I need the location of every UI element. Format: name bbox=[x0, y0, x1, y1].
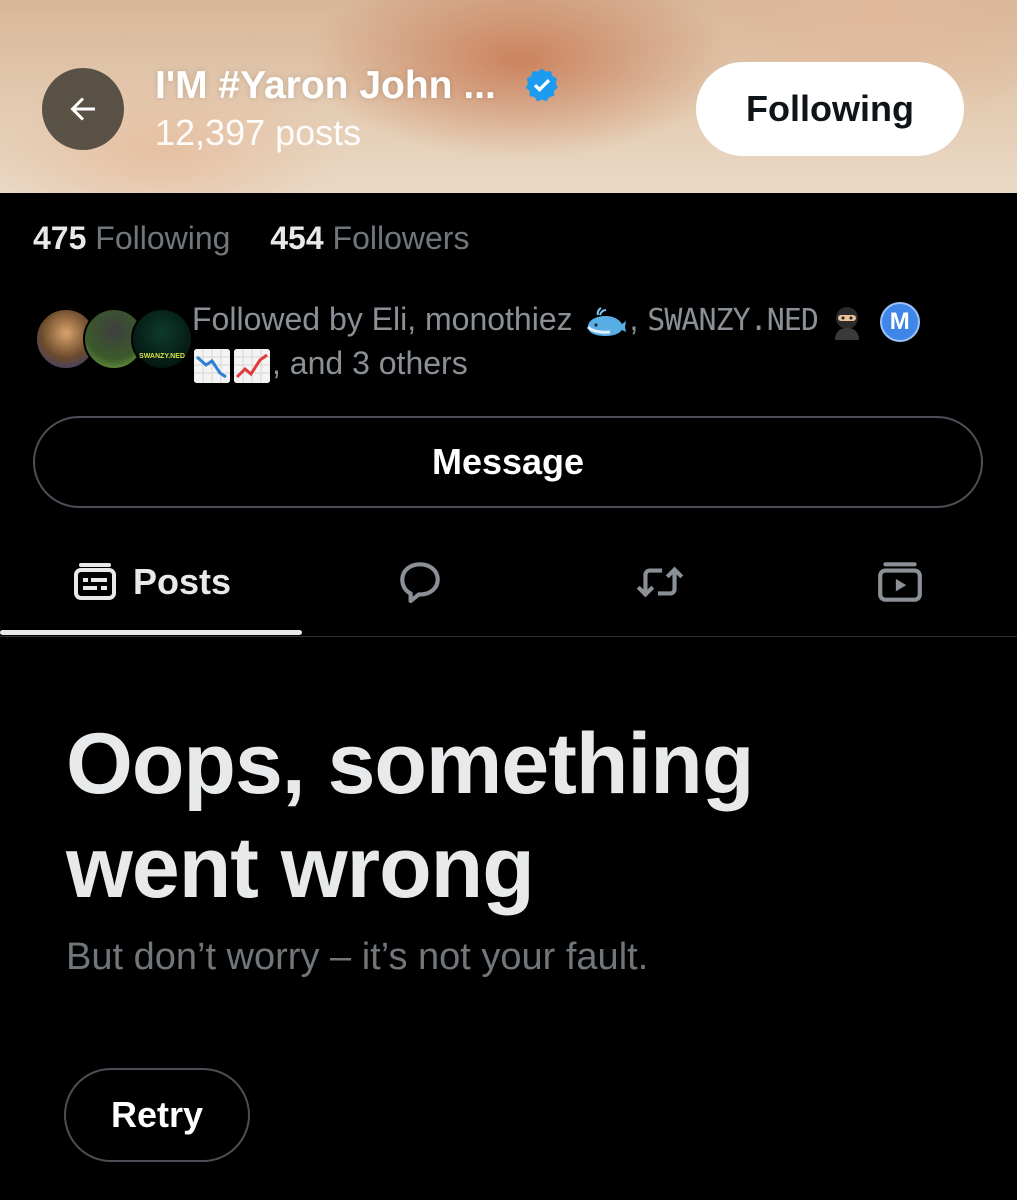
followers-stat[interactable]: 454 Followers bbox=[270, 220, 469, 256]
post-count: 12,397 posts bbox=[155, 112, 362, 153]
avatar-logo-text: SWANZY.NED bbox=[139, 353, 185, 360]
follow-stats: 475 Following 454 Followers bbox=[33, 220, 469, 257]
m-badge-icon: M bbox=[879, 301, 920, 342]
swanzy-name: SWANZY.NED bbox=[647, 303, 819, 338]
profile-banner: I'M #Yaron John ... 12,397 posts Followi… bbox=[0, 0, 1017, 193]
active-tab-indicator bbox=[0, 630, 302, 635]
repost-icon bbox=[636, 566, 684, 598]
tab-media[interactable] bbox=[800, 530, 1000, 634]
followers-label: Followers bbox=[332, 220, 470, 256]
mutual-followers-avatars[interactable]: SWANZY.NED bbox=[35, 308, 193, 370]
profile-tabs: Posts bbox=[0, 530, 1017, 637]
followed-by-separator: , bbox=[629, 301, 639, 337]
following-button[interactable]: Following bbox=[696, 62, 964, 156]
back-button[interactable] bbox=[42, 68, 124, 150]
chart-increasing-emoji-icon bbox=[234, 348, 270, 383]
following-count: 475 bbox=[33, 220, 87, 256]
chart-decreasing-emoji-icon bbox=[194, 348, 230, 383]
error-title: Oops, something went wrong bbox=[66, 716, 754, 916]
reply-bubble-icon bbox=[400, 562, 440, 604]
retry-button[interactable]: Retry bbox=[64, 1068, 250, 1162]
following-label: Following bbox=[95, 220, 231, 256]
tab-posts-label: Posts bbox=[132, 561, 232, 602]
following-stat[interactable]: 475 Following bbox=[33, 220, 239, 256]
followers-count: 454 bbox=[270, 220, 324, 256]
error-subtitle: But don’t worry – it’s not your fault. bbox=[66, 936, 649, 978]
tab-reposts[interactable] bbox=[560, 530, 760, 634]
posts-icon bbox=[73, 563, 116, 600]
ninja-emoji-icon bbox=[834, 306, 859, 340]
media-play-icon bbox=[878, 562, 922, 602]
profile-header-title: I'M #Yaron John ... 12,397 posts bbox=[155, 64, 562, 154]
tab-posts[interactable]: Posts bbox=[0, 530, 302, 634]
verified-badge-icon bbox=[525, 68, 558, 102]
message-button[interactable]: Message bbox=[33, 416, 983, 508]
tab-replies[interactable] bbox=[320, 530, 520, 634]
followed-by-suffix: , and 3 others bbox=[272, 345, 468, 381]
arrow-left-icon bbox=[70, 97, 95, 121]
whale-emoji-icon bbox=[586, 306, 626, 336]
followed-by-text[interactable]: Followed by Eli, monothiez , SWANZY.NED … bbox=[192, 298, 992, 384]
avatar: SWANZY.NED bbox=[131, 308, 193, 370]
followed-by-prefix: Followed by Eli, monothiez bbox=[192, 301, 573, 337]
profile-name: I'M #Yaron John ... bbox=[155, 64, 496, 107]
